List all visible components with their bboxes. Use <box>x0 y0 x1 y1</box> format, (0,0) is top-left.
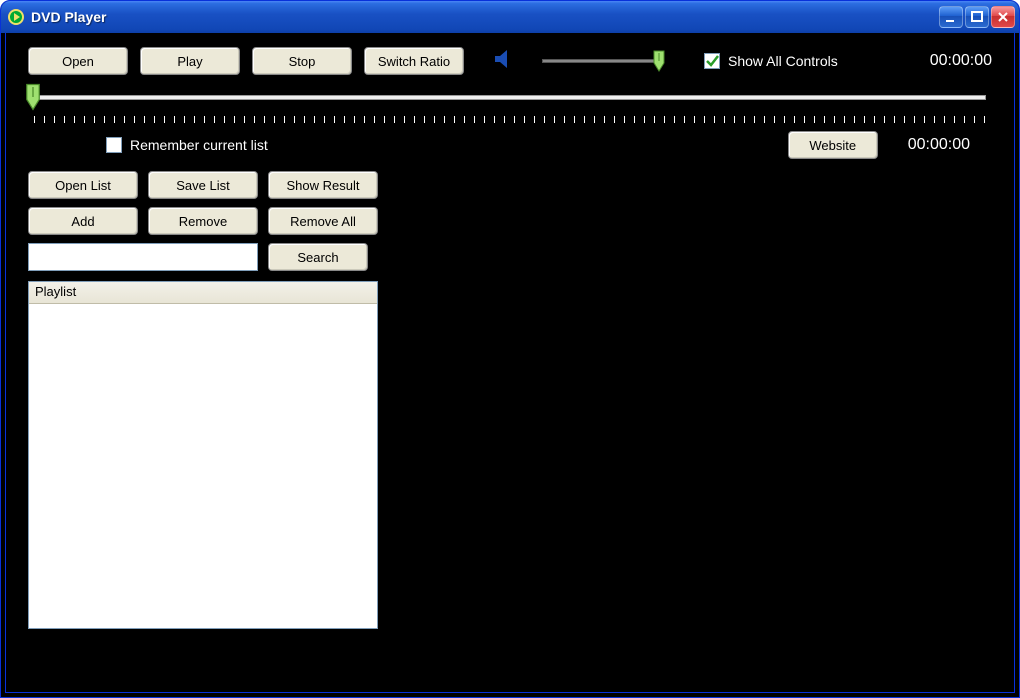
playlist-body[interactable] <box>29 304 377 628</box>
show-all-controls-label: Show All Controls <box>728 53 838 69</box>
remember-list-label: Remember current list <box>130 137 268 153</box>
remember-list-checkbox[interactable]: Remember current list <box>106 137 268 153</box>
remove-button[interactable]: Remove <box>148 207 258 235</box>
website-button[interactable]: Website <box>788 131 878 159</box>
titlebar[interactable]: DVD Player <box>1 1 1019 33</box>
progress-thumb[interactable] <box>24 82 42 112</box>
close-button[interactable] <box>991 6 1015 28</box>
window-title: DVD Player <box>31 9 106 25</box>
minimize-button[interactable] <box>939 6 963 28</box>
show-all-controls-checkbox[interactable]: Show All Controls <box>704 53 838 69</box>
list-buttons-row-2: Add Remove Remove All <box>6 205 1014 241</box>
time-main: 00:00:00 <box>930 52 992 70</box>
checkbox-box <box>106 137 122 153</box>
search-button[interactable]: Search <box>268 243 368 271</box>
volume-thumb[interactable] <box>652 49 666 73</box>
open-list-button[interactable]: Open List <box>28 171 138 199</box>
main-toolbar: Open Play Stop Switch Ratio Show All Con… <box>6 33 1014 83</box>
app-icon <box>7 8 25 26</box>
maximize-button[interactable] <box>965 6 989 28</box>
save-list-button[interactable]: Save List <box>148 171 258 199</box>
search-row: Search <box>6 241 1014 277</box>
volume-track <box>542 59 662 63</box>
window: DVD Player Open Play Stop Switch Ratio <box>0 0 1020 698</box>
stop-button[interactable]: Stop <box>252 47 352 75</box>
playlist-header[interactable]: Playlist <box>29 282 377 304</box>
playlist: Playlist <box>28 281 378 629</box>
time-secondary: 00:00:00 <box>908 136 970 154</box>
play-button[interactable]: Play <box>140 47 240 75</box>
ruler <box>34 113 986 125</box>
remove-all-button[interactable]: Remove All <box>268 207 378 235</box>
progress-track[interactable] <box>34 95 986 100</box>
list-buttons-row-1: Open List Save List Show Result <box>6 167 1014 205</box>
add-button[interactable]: Add <box>28 207 138 235</box>
volume-slider[interactable] <box>542 52 662 70</box>
switch-ratio-button[interactable]: Switch Ratio <box>364 47 464 75</box>
content-area: Open Play Stop Switch Ratio Show All Con… <box>5 33 1015 693</box>
speaker-icon <box>494 49 518 73</box>
window-controls <box>939 6 1015 28</box>
search-input[interactable] <box>28 243 258 271</box>
open-button[interactable]: Open <box>28 47 128 75</box>
progress-area <box>6 83 1014 129</box>
remember-row: Remember current list Website 00:00:00 <box>6 129 1014 167</box>
show-result-button[interactable]: Show Result <box>268 171 378 199</box>
checkbox-box <box>704 53 720 69</box>
